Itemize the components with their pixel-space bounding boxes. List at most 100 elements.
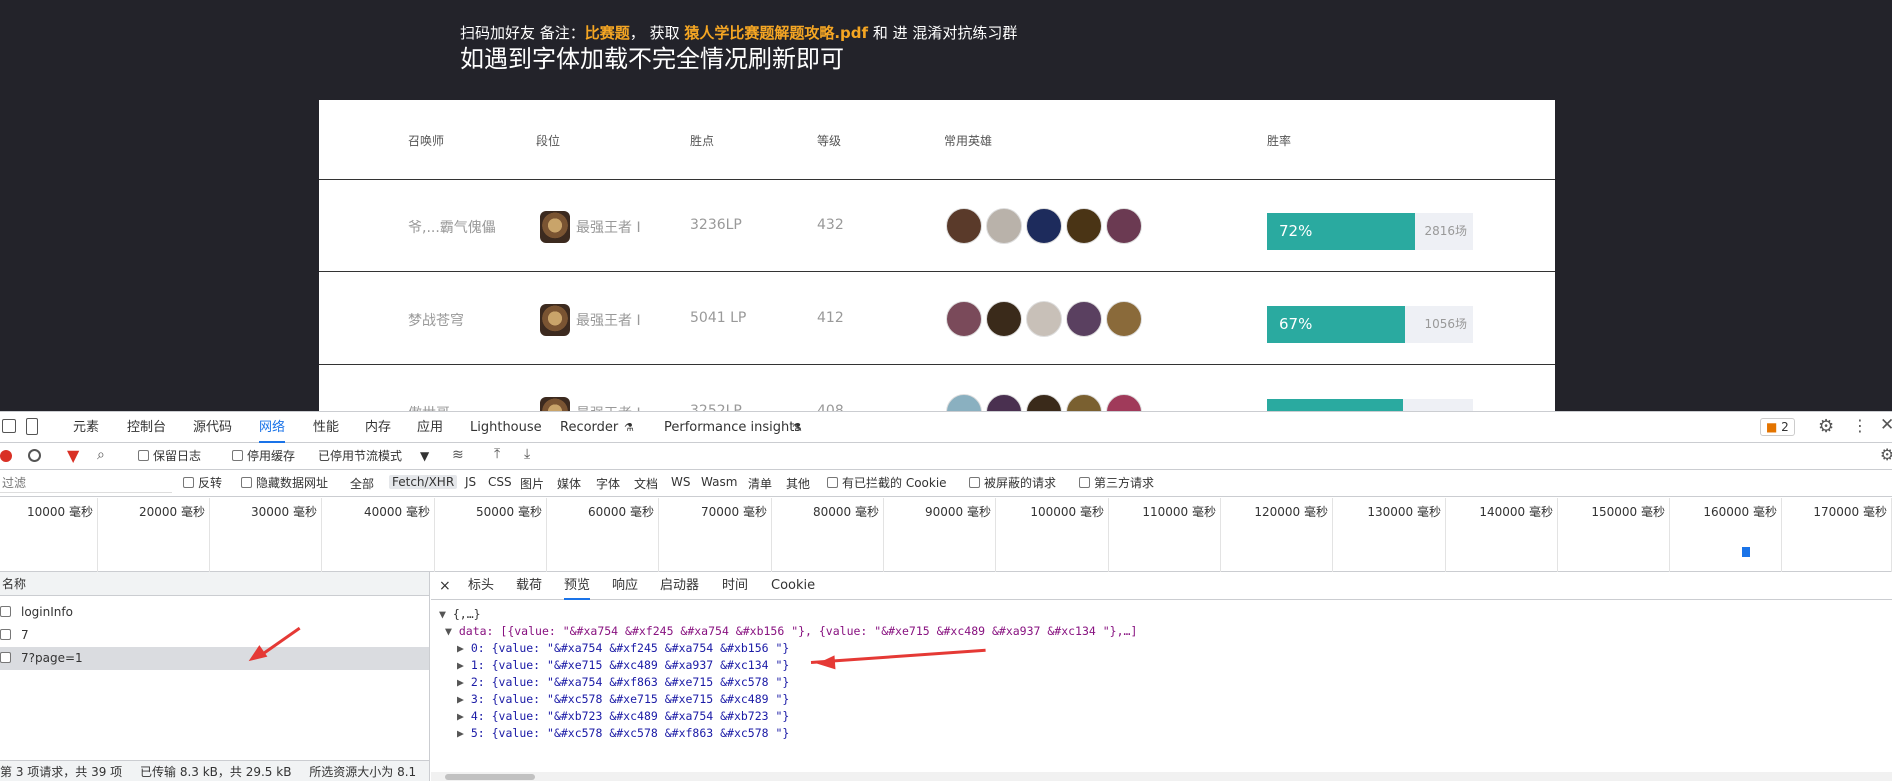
detail-tab-payload[interactable]: 载荷: [516, 572, 542, 600]
export-har-icon[interactable]: ⤓: [524, 446, 530, 462]
issue-flag-icon: ■: [1766, 420, 1778, 434]
blocked-requests-checkbox[interactable]: 被屏蔽的请求: [969, 475, 1056, 491]
device-toolbar-icon[interactable]: [26, 418, 38, 435]
devtools-panel: 元素 控制台 源代码 网络 性能 内存 应用 Lighthouse Record…: [0, 411, 1892, 781]
filter-funnel-icon[interactable]: ▼: [67, 446, 79, 465]
type-filter-js[interactable]: JS: [465, 475, 476, 489]
more-options-icon[interactable]: ⋮: [1852, 416, 1868, 435]
tab-lighthouse[interactable]: Lighthouse: [470, 412, 542, 443]
settings-gear-icon[interactable]: ⚙: [1818, 416, 1834, 437]
winrate-bar: [1267, 399, 1473, 411]
table-row[interactable]: 爷,...霸气傀儡 最强王者 I 3236LP 432 72% 2816场: [319, 180, 1555, 272]
blocked-cookies-checkbox[interactable]: 有已拦截的 Cookie: [827, 475, 947, 491]
detail-tab-response[interactable]: 响应: [612, 572, 638, 600]
tick-label: 60000 毫秒: [588, 505, 654, 519]
json-item-line[interactable]: ▶ 4: {value: "&#xb723 &#xc489 &#xa754 &#…: [457, 708, 789, 725]
table-row[interactable]: 梦战苍穹 最强王者 I 5041 LP 412 67% 1056场: [319, 273, 1555, 365]
devtools-tabbar: 元素 控制台 源代码 网络 性能 内存 应用 Lighthouse Record…: [0, 412, 1892, 443]
winrate-fill: [1267, 399, 1403, 411]
collapsed-triangle-icon: ▶: [457, 658, 471, 672]
table-row[interactable]: 傲世哥 最强王者 I 3252LP 408: [319, 366, 1555, 411]
type-filter-doc[interactable]: 文档: [634, 475, 658, 492]
filter-input[interactable]: [0, 473, 172, 493]
json-data-line[interactable]: ▼ data: [{value: "&#xa754 &#xf245 &#xa75…: [445, 623, 1137, 640]
timeline-tick: 120000 毫秒: [1221, 498, 1333, 572]
tab-network[interactable]: 网络: [259, 412, 286, 443]
tab-performance[interactable]: 性能: [313, 412, 339, 443]
tab-memory[interactable]: 内存: [365, 412, 391, 443]
record-icon[interactable]: [0, 450, 12, 462]
throttle-select[interactable]: 已停用节流模式 ▼: [318, 448, 429, 464]
tab-elements[interactable]: 元素: [73, 412, 99, 443]
detail-tab-timing[interactable]: 时间: [722, 572, 748, 600]
timeline-request-bar: [1742, 547, 1750, 557]
json-item-line[interactable]: ▶ 3: {value: "&#xc578 &#xe715 &#xe715 &#…: [457, 691, 789, 708]
detail-tab-cookies[interactable]: Cookie: [771, 572, 815, 600]
type-filter-ws[interactable]: WS: [671, 475, 690, 489]
timeline-tick: 110000 毫秒: [1109, 498, 1221, 572]
json-item-line[interactable]: ▶ 0: {value: "&#xa754 &#xf245 &#xa754 &#…: [457, 640, 789, 657]
timeline-tick: 70000 毫秒: [659, 498, 772, 572]
issues-badge[interactable]: ■ 2: [1760, 418, 1795, 436]
type-filter-font[interactable]: 字体: [596, 475, 620, 492]
request-detail-pane: × 标头 载荷 预览 响应 启动器 时间 Cookie ▼ {,…} ▼ dat…: [431, 572, 1892, 781]
type-filter-img[interactable]: 图片: [520, 475, 544, 492]
preserve-log-checkbox[interactable]: 保留日志: [138, 448, 201, 464]
close-detail-icon[interactable]: ×: [439, 572, 451, 600]
scrollbar-thumb[interactable]: [445, 774, 535, 780]
disable-cache-checkbox[interactable]: 停用缓存: [232, 448, 295, 464]
detail-tabbar: × 标头 载荷 预览 响应 启动器 时间 Cookie: [431, 572, 1892, 600]
close-devtools-icon[interactable]: ✕: [1880, 415, 1892, 435]
preview-line: {,…}: [452, 607, 481, 621]
preview-line: 4: {value: "&#xb723 &#xc489 &#xa754 &#xb…: [470, 709, 790, 723]
level-value: 412: [817, 310, 844, 326]
type-filter-wasm[interactable]: Wasm: [701, 475, 737, 489]
header-summoner: 召唤师: [408, 134, 445, 148]
type-filter-fetch-xhr[interactable]: Fetch/XHR: [389, 475, 458, 489]
json-item-line[interactable]: ▶ 1: {value: "&#xe715 &#xc489 &#xa937 &#…: [457, 657, 789, 674]
horizontal-scrollbar[interactable]: [431, 772, 1892, 781]
third-party-checkbox[interactable]: 第三方请求: [1079, 475, 1154, 491]
request-row[interactable]: 7: [0, 624, 429, 647]
hero-avatar: [1066, 394, 1102, 411]
clear-icon[interactable]: [28, 449, 41, 462]
network-conditions-icon[interactable]: ≋: [452, 447, 464, 463]
hero-avatar: [946, 301, 982, 337]
json-root-line[interactable]: ▼ {,…}: [439, 606, 481, 623]
json-item-line[interactable]: ▶ 5: {value: "&#xc578 &#xc578 &#xf863 &#…: [457, 725, 789, 742]
hero-avatar: [1066, 301, 1102, 337]
tab-performance-insights[interactable]: Performance insights: [664, 412, 801, 443]
request-list-header[interactable]: 名称: [0, 572, 429, 596]
preview-line: 3: {value: "&#xc578 &#xe715 &#xe715 &#xc…: [470, 692, 790, 706]
type-filter-manifest[interactable]: 清单: [748, 475, 772, 492]
type-filter-all[interactable]: 全部: [350, 475, 374, 492]
json-item-line[interactable]: ▶ 2: {value: "&#xa754 &#xf863 &#xe715 &#…: [457, 674, 789, 691]
tick-label: 160000 毫秒: [1703, 505, 1777, 519]
tab-sources[interactable]: 源代码: [193, 412, 232, 443]
detail-tab-preview[interactable]: 预览: [564, 572, 591, 600]
type-filter-other[interactable]: 其他: [786, 475, 810, 492]
type-filter-css[interactable]: CSS: [488, 475, 512, 489]
tab-application[interactable]: 应用: [417, 412, 443, 443]
network-overview-timeline[interactable]: 10000 毫秒 20000 毫秒 30000 毫秒 40000 毫秒 5000…: [0, 498, 1892, 572]
network-settings-icon[interactable]: ⚙: [1880, 445, 1892, 464]
detail-tab-headers[interactable]: 标头: [468, 572, 494, 600]
inspect-element-icon[interactable]: [2, 419, 16, 433]
network-filterbar: 反转 隐藏数据网址 全部 Fetch/XHR JS CSS 图片 媒体 字体 文…: [0, 470, 1892, 497]
detail-tab-initiator[interactable]: 启动器: [660, 572, 699, 600]
timeline-tick: 60000 毫秒: [547, 498, 659, 572]
invert-checkbox[interactable]: 反转: [183, 475, 222, 491]
hide-data-urls-checkbox[interactable]: 隐藏数据网址: [241, 475, 328, 491]
tab-recorder[interactable]: Recorder: [560, 412, 618, 443]
network-summary-bar: 第 3 项请求，共 39 项 已传输 8.3 kB，共 29.5 kB 所选资源…: [0, 760, 429, 781]
tick-label: 90000 毫秒: [925, 505, 991, 519]
type-filter-media[interactable]: 媒体: [557, 475, 581, 492]
timeline-tick: 170000 毫秒: [1782, 498, 1892, 572]
search-icon[interactable]: ⌕: [97, 447, 105, 463]
request-list: 名称 loginInfo 7 7?page=1 第 3 项请求，共 39 项 已…: [0, 572, 430, 781]
header-lp: 胜点: [690, 134, 715, 148]
request-row[interactable]: 7?page=1: [0, 647, 429, 670]
import-har-icon[interactable]: ⤒: [494, 446, 500, 462]
request-row[interactable]: loginInfo: [0, 601, 429, 624]
tab-console[interactable]: 控制台: [127, 412, 166, 443]
